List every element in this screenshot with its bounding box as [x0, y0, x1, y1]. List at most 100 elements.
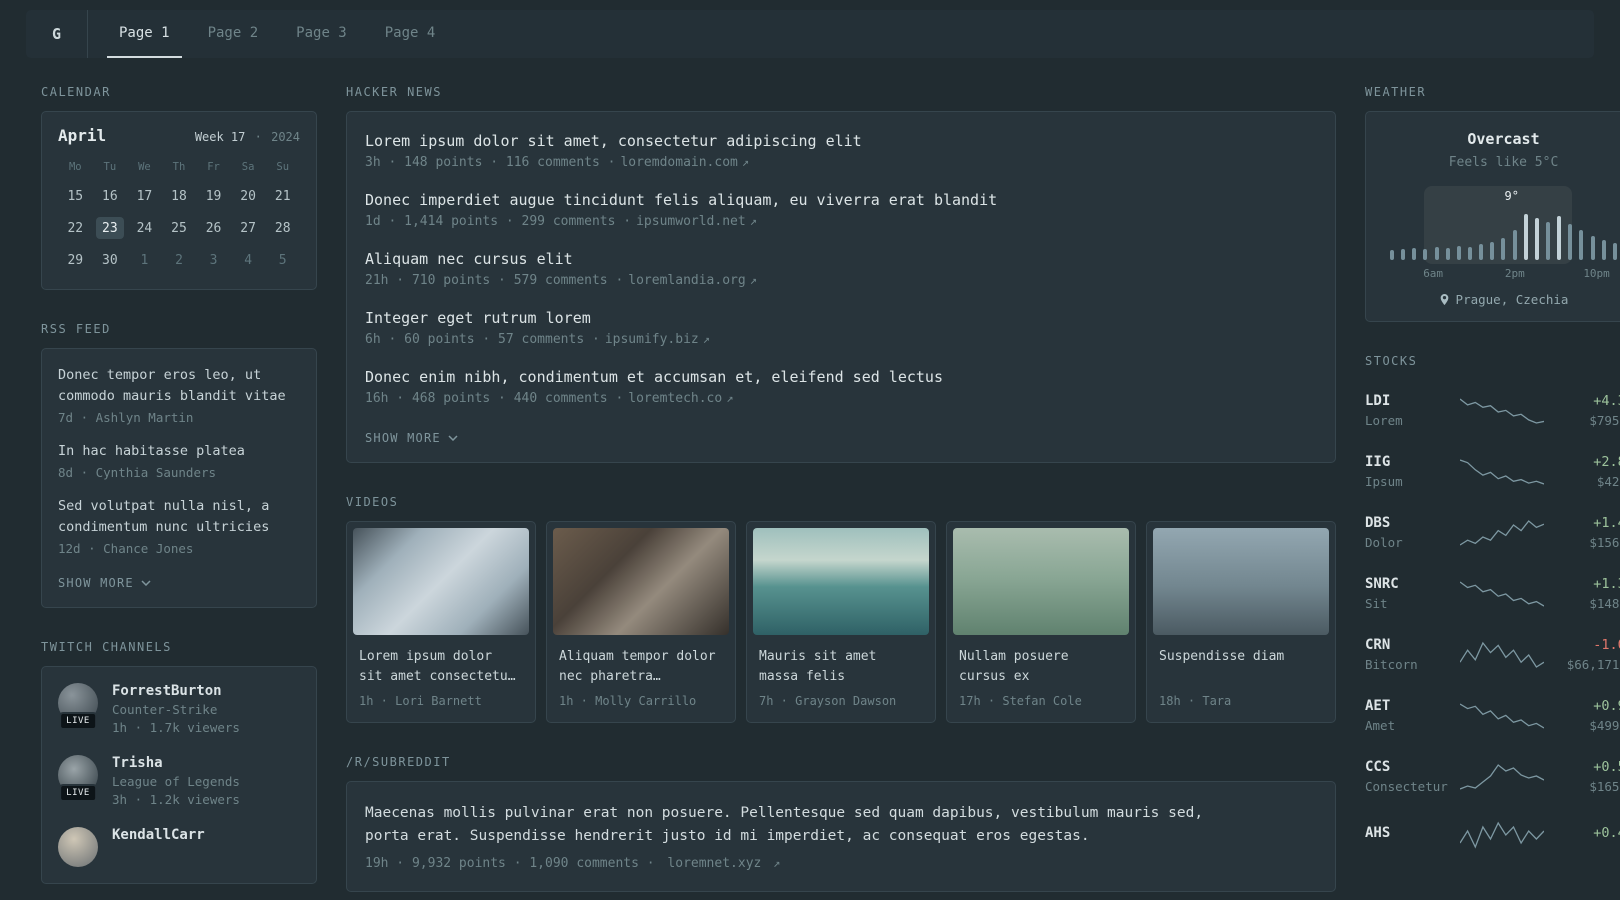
stock-price: $148.64 — [1589, 596, 1620, 611]
weather-condition: Overcast — [1467, 130, 1540, 148]
weather-bar — [1501, 238, 1506, 260]
hackernews-item-domain[interactable]: loremtech.co — [628, 391, 722, 406]
stock-row[interactable]: LDI Lorem +4.35% $795.18 — [1365, 380, 1620, 441]
subreddit-post-title[interactable]: Maecenas mollis pulvinar erat non posuer… — [365, 802, 1235, 848]
weather-time-label: 10pm — [1583, 267, 1610, 280]
twitch-channel-row[interactable]: LIVE Trisha League of Legends 3h · 1.2k vie… — [58, 754, 300, 807]
stock-ticker[interactable]: SNRC — [1365, 576, 1457, 592]
stock-ticker[interactable]: CCS — [1365, 759, 1457, 775]
live-badge: LIVE — [59, 711, 97, 730]
stock-row[interactable]: CCS Consectetur +0.51% $165.84 — [1365, 746, 1620, 807]
app-logo[interactable]: G — [26, 10, 88, 58]
stock-ticker[interactable]: AHS — [1365, 825, 1457, 841]
stock-ticker[interactable]: CRN — [1365, 637, 1457, 653]
stock-sparkline — [1457, 518, 1546, 548]
hackernews-item-domain[interactable]: ipsumify.biz — [605, 332, 699, 347]
nav-tab-page-3[interactable]: Page 3 — [284, 10, 359, 58]
twitch-channel-name[interactable]: Trisha — [112, 755, 240, 771]
stock-ticker[interactable]: DBS — [1365, 515, 1457, 531]
hackernews-item-title[interactable]: Integer eget rutrum lorem — [365, 309, 1317, 327]
sparkline-chart — [1459, 821, 1544, 849]
calendar-week-info: Week 17 · 2024 — [193, 130, 300, 144]
stock-row[interactable]: AET Amet +0.92% $499.72 — [1365, 685, 1620, 746]
videos-row: Lorem ipsum dolor sit amet consectetu… 1h… — [346, 521, 1336, 724]
stock-row[interactable]: IIG Ipsum +2.84% $42.04 — [1365, 441, 1620, 502]
hackernews-item-title[interactable]: Donec imperdiet augue tincidunt felis al… — [365, 191, 1317, 209]
weather-card: Overcast Feels like 5°C 9° 6am 2pm 10pm Pr… — [1365, 111, 1620, 322]
twitch-channel-name[interactable]: KendallCarr — [112, 827, 205, 843]
top-nav: G Page 1 Page 2 Page 3 Page 4 — [26, 10, 1594, 58]
calendar-day: 26 — [205, 220, 222, 236]
video-title: Suspendisse diam — [1159, 649, 1285, 664]
nav-tab-page-2[interactable]: Page 2 — [196, 10, 271, 58]
stock-ticker[interactable]: LDI — [1365, 393, 1457, 409]
rss-item-title[interactable]: In hac habitasse platea — [58, 441, 300, 462]
rss-item: Donec tempor eros leo, ut commodo mauris… — [58, 365, 300, 425]
twitch-channel-row[interactable]: KendallCarr — [58, 826, 300, 867]
video-card[interactable]: Nullam posuere cursus ex 17h · Stefan Col… — [946, 521, 1136, 724]
calendar-day: 4 — [244, 252, 253, 268]
video-card[interactable]: Mauris sit amet massa felis 7h · Grayson … — [746, 521, 936, 724]
location-pin-icon — [1440, 294, 1448, 305]
weather-bar — [1534, 218, 1539, 260]
calendar-widget: CALENDAR April Week 17 · 2024 Mo Tu We Th Fr… — [41, 85, 317, 290]
nav-tab-page-4[interactable]: Page 4 — [373, 10, 448, 58]
stock-change: +0.92% — [1593, 698, 1620, 714]
hackernews-list: Lorem ipsum dolor sit amet, consectetur … — [365, 132, 1317, 406]
stock-row[interactable]: DBS Dolor +1.42% $156.28 — [1365, 502, 1620, 563]
video-title: Mauris sit amet massa felis — [759, 649, 877, 685]
calendar-day-selected: 23 — [95, 217, 124, 239]
stock-price: $156.28 — [1589, 535, 1620, 550]
weather-time-label: 2pm — [1504, 267, 1525, 280]
hackernews-item-meta: 21h · 710 points · 579 comments · loremla… — [365, 273, 1317, 288]
hackernews-show-more-button[interactable]: SHOW MORE — [365, 431, 458, 445]
rss-item-title[interactable]: Sed volutpat nulla nisl, a condimentum n… — [58, 496, 300, 538]
weather-bar — [1601, 240, 1606, 260]
external-link-icon: ↗ — [773, 855, 781, 870]
stock-ticker[interactable]: AET — [1365, 698, 1457, 714]
calendar-day-header: Sa — [241, 161, 255, 173]
external-link-icon: ↗ — [702, 332, 710, 346]
stock-info: AHS — [1365, 825, 1457, 845]
twitch-list: LIVE ForrestBurton Counter-Strike 1h · 1.7k… — [58, 682, 300, 867]
stock-sparkline — [1457, 640, 1546, 670]
weather-bar — [1434, 247, 1439, 260]
stock-row[interactable]: CRN Bitcorn -1.00% $66,171.48 — [1365, 624, 1620, 685]
hackernews-item-domain[interactable]: loremdomain.com — [620, 155, 737, 170]
hackernews-item-title[interactable]: Donec enim nibh, condimentum et accumsan… — [365, 368, 1317, 386]
hackernews-item-stats: 21h · 710 points · 579 comments · — [365, 273, 624, 288]
stock-change: +1.36% — [1593, 576, 1620, 592]
hackernews-item-domain[interactable]: loremlandia.org — [628, 273, 745, 288]
video-card[interactable]: Aliquam tempor dolor nec pharetra… 1h · M… — [546, 521, 736, 724]
nav-tab-page-1[interactable]: Page 1 — [107, 10, 182, 58]
hackernews-item-domain[interactable]: ipsumworld.net — [636, 214, 746, 229]
stock-info: IIG Ipsum — [1365, 454, 1457, 489]
twitch-widget-title: TWITCH CHANNELS — [41, 639, 172, 654]
stock-ticker[interactable]: IIG — [1365, 454, 1457, 470]
rss-widget-title: RSS FEED — [41, 322, 111, 336]
stock-row[interactable]: AHS +0.46% — [1365, 807, 1620, 863]
rss-item-title[interactable]: Donec tempor eros leo, ut commodo mauris… — [58, 365, 300, 407]
hackernews-item-title[interactable]: Aliquam nec cursus elit — [365, 250, 1317, 268]
stock-row[interactable]: SNRC Sit +1.36% $148.64 — [1365, 563, 1620, 624]
hackernews-item-title[interactable]: Lorem ipsum dolor sit amet, consectetur … — [365, 132, 1317, 150]
twitch-channel-row[interactable]: LIVE ForrestBurton Counter-Strike 1h · 1.7k… — [58, 682, 300, 735]
twitch-channel-name[interactable]: ForrestBurton — [112, 683, 240, 699]
hackernews-item: Donec imperdiet augue tincidunt felis al… — [365, 191, 1317, 229]
subreddit-post-domain[interactable]: loremnet.xyz — [667, 856, 761, 871]
video-title: Nullam posuere cursus ex — [959, 649, 1069, 685]
hackernews-item: Donec enim nibh, condimentum et accumsan… — [365, 368, 1317, 406]
external-link-icon: ↗ — [749, 214, 757, 228]
weather-location: Prague, Czechia — [1382, 292, 1620, 307]
video-card[interactable]: Lorem ipsum dolor sit amet consectetu… 1h… — [346, 521, 536, 724]
twitch-channel-game: League of Legends — [112, 773, 240, 789]
hackernews-item: Aliquam nec cursus elit 21h · 710 points … — [365, 250, 1317, 288]
rss-show-more-button[interactable]: SHOW MORE — [58, 576, 151, 590]
stock-sparkline — [1457, 820, 1546, 850]
show-more-label: SHOW MORE — [58, 575, 134, 590]
rss-item: In hac habitasse platea 8d · Cynthia Saun… — [58, 441, 300, 480]
calendar-day: 17 — [136, 188, 153, 204]
sparkline-chart — [1459, 458, 1544, 485]
video-card[interactable]: Suspendisse diam 18h · Tara — [1146, 521, 1336, 724]
weather-bar — [1390, 250, 1394, 260]
